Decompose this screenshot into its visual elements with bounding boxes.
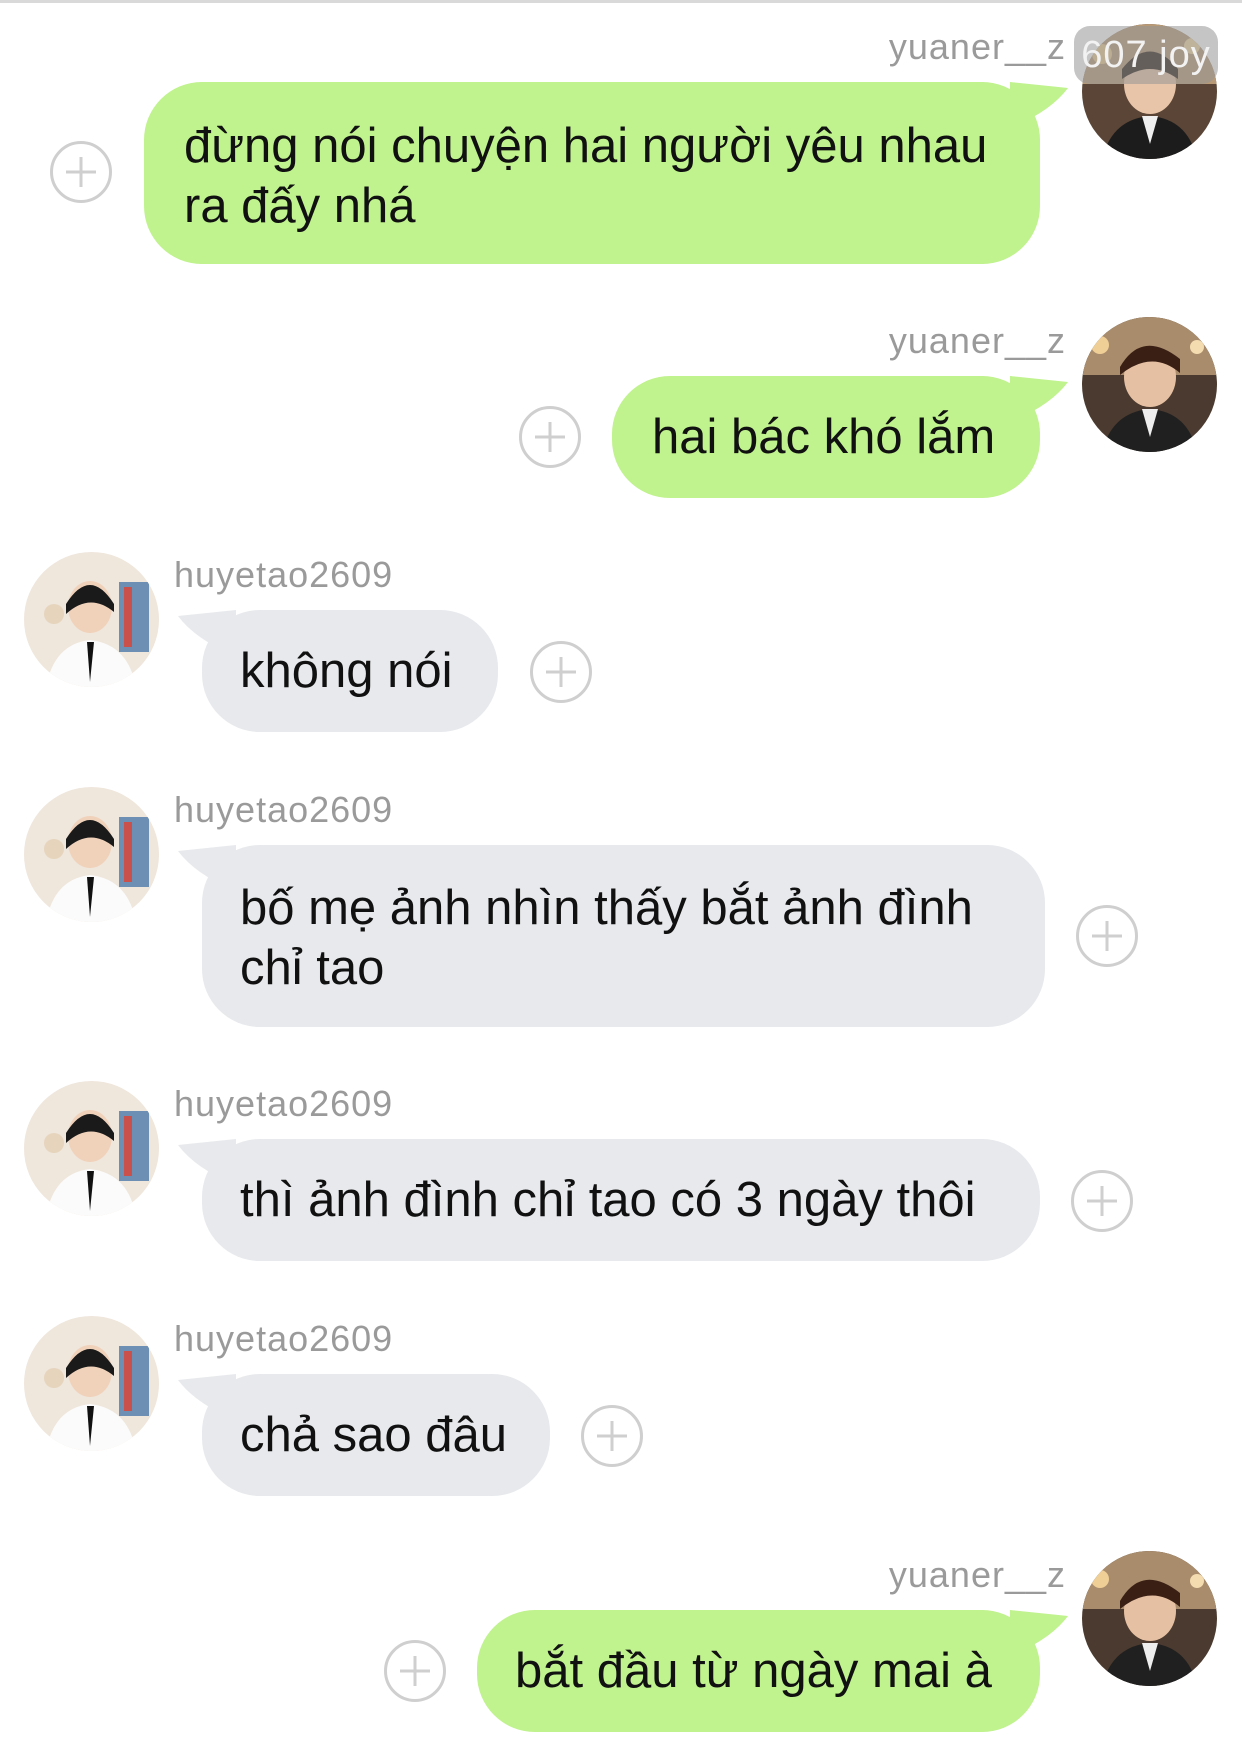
avatar[interactable] [24, 1316, 159, 1451]
avatar[interactable] [24, 787, 159, 922]
message-bubble[interactable]: không nói [202, 610, 498, 732]
sender-name: yuaner__z [888, 26, 1066, 67]
add-reaction-button[interactable] [50, 141, 112, 203]
message-bubble[interactable]: hai bác khó lắm [612, 376, 1040, 498]
add-reaction-button[interactable] [1076, 905, 1138, 967]
sender-name: huyetao2609 [174, 789, 394, 830]
avatar[interactable] [24, 1081, 159, 1216]
add-reaction-button[interactable] [581, 1405, 643, 1467]
add-reaction-button[interactable] [519, 406, 581, 468]
add-reaction-button[interactable] [384, 1640, 446, 1702]
avatar[interactable] [24, 552, 159, 687]
top-divider [0, 0, 1242, 3]
watermark: 607 joy [1074, 26, 1218, 84]
avatar[interactable] [1082, 317, 1217, 452]
add-reaction-button[interactable] [530, 641, 592, 703]
sender-name: huyetao2609 [174, 554, 394, 595]
sender-name: yuaner__z [888, 1554, 1066, 1595]
sender-name: huyetao2609 [174, 1318, 394, 1359]
message-bubble[interactable]: chả sao đâu [202, 1374, 550, 1496]
message-bubble[interactable]: đừng nói chuyện hai người yêu nhau ra đấ… [144, 82, 1040, 264]
message-bubble[interactable]: bố mẹ ảnh nhìn thấy bắt ảnh đình chỉ tao [202, 845, 1045, 1027]
message-bubble[interactable]: thì ảnh đình chỉ tao có 3 ngày thôi [202, 1139, 1040, 1261]
sender-name: huyetao2609 [174, 1083, 394, 1124]
add-reaction-button[interactable] [1071, 1170, 1133, 1232]
message-bubble[interactable]: bắt đầu từ ngày mai à [477, 1610, 1040, 1732]
sender-name: yuaner__z [888, 320, 1066, 361]
avatar[interactable] [1082, 1551, 1217, 1686]
